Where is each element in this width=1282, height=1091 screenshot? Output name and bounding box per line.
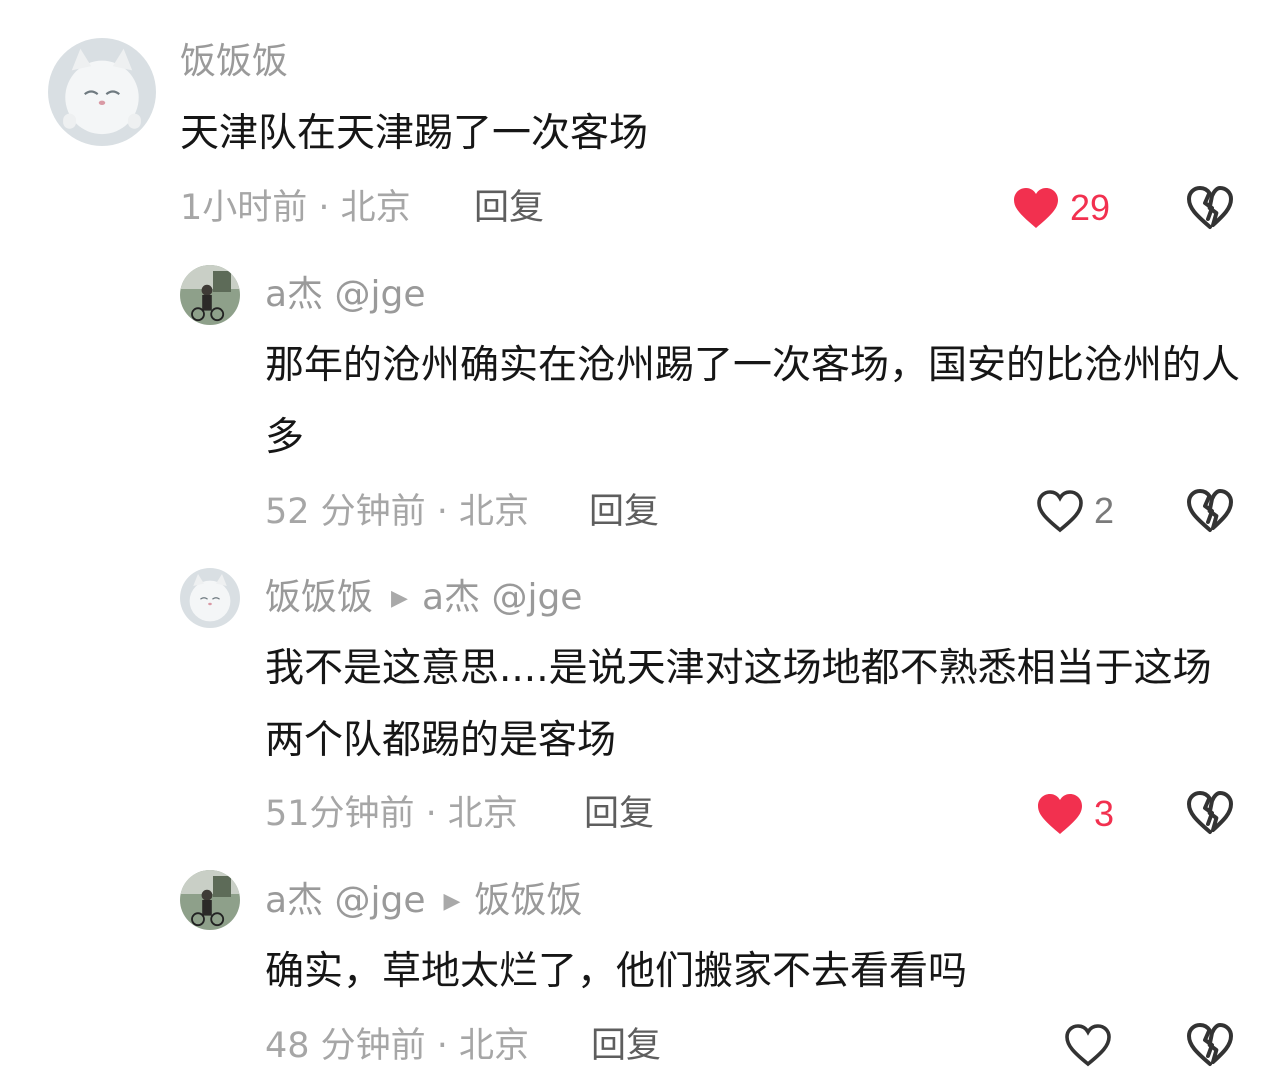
comment-time-location: 1小时前 · 北京 [180, 188, 411, 228]
like-count: 3 [1094, 793, 1115, 834]
author-name[interactable]: 饭饭饭 [180, 41, 288, 82]
like-button[interactable]: 29 [1012, 183, 1110, 233]
comment-text: 那年的沧州确实在沧州踢了一次客场，国安的比沧州的人多 [265, 343, 1241, 460]
reply-button[interactable]: 回复 [589, 490, 659, 534]
reply-button[interactable]: 回复 [591, 1024, 661, 1068]
like-button[interactable] [1064, 1020, 1122, 1070]
comment-author: 饭饭饭 ▶ a杰 @jge [265, 576, 582, 621]
avatar[interactable] [180, 265, 240, 325]
reply-button[interactable]: 回复 [474, 186, 544, 230]
reply-arrow-icon: ▶ [443, 889, 461, 914]
comment-time-location: 51分钟前 · 北京 [265, 794, 518, 834]
dislike-button[interactable] [1186, 1022, 1234, 1068]
reply-arrow-icon: ▶ [391, 586, 408, 611]
dislike-button[interactable] [1186, 488, 1234, 534]
photo-avatar-icon [180, 870, 240, 930]
like-count: 2 [1094, 490, 1115, 531]
broken-heart-icon [1187, 1023, 1233, 1066]
author-name[interactable]: 饭饭饭 [265, 577, 373, 618]
comment-text: 天津队在天津踢了一次客场 [180, 111, 649, 156]
comment-text: 我不是这意思....是说天津对这场地都不熟悉相当于这场两个队都踢的是客场 [265, 646, 1212, 763]
broken-heart-icon [1187, 489, 1233, 532]
dislike-button[interactable] [1186, 790, 1234, 836]
comment-author[interactable]: a杰 @jge [265, 273, 426, 317]
author-name[interactable]: a杰 @jge [265, 880, 426, 921]
broken-heart-icon [1187, 791, 1233, 834]
avatar[interactable] [180, 568, 240, 628]
heart-outline-icon [1037, 490, 1083, 533]
reply-to-name[interactable]: a杰 @jge [422, 577, 583, 618]
author-name[interactable]: a杰 @jge [265, 274, 426, 315]
avatar[interactable] [48, 38, 156, 146]
reply-button[interactable]: 回复 [584, 792, 654, 836]
photo-avatar-icon [180, 265, 240, 325]
broken-heart-icon [1187, 186, 1233, 229]
dislike-button[interactable] [1186, 185, 1234, 231]
cat-avatar-icon [48, 38, 156, 146]
heart-filled-icon [1038, 794, 1082, 834]
like-button[interactable]: 2 [1036, 486, 1114, 536]
comment-time-location: 52 分钟前 · 北京 [265, 492, 530, 532]
comment-time-location: 48 分钟前 · 北京 [265, 1026, 530, 1066]
cat-avatar-icon [180, 568, 240, 628]
like-count: 29 [1070, 187, 1111, 228]
reply-to-name[interactable]: 饭饭饭 [474, 880, 582, 921]
heart-outline-icon [1065, 1024, 1111, 1067]
avatar[interactable] [180, 870, 240, 930]
comment-author[interactable]: 饭饭饭 [180, 40, 288, 84]
comment-text: 确实，草地太烂了，他们搬家不去看看吗 [265, 949, 968, 994]
comment-author: a杰 @jge ▶ 饭饭饭 [265, 879, 582, 924]
heart-filled-icon [1014, 188, 1058, 228]
like-button[interactable]: 3 [1036, 789, 1114, 839]
